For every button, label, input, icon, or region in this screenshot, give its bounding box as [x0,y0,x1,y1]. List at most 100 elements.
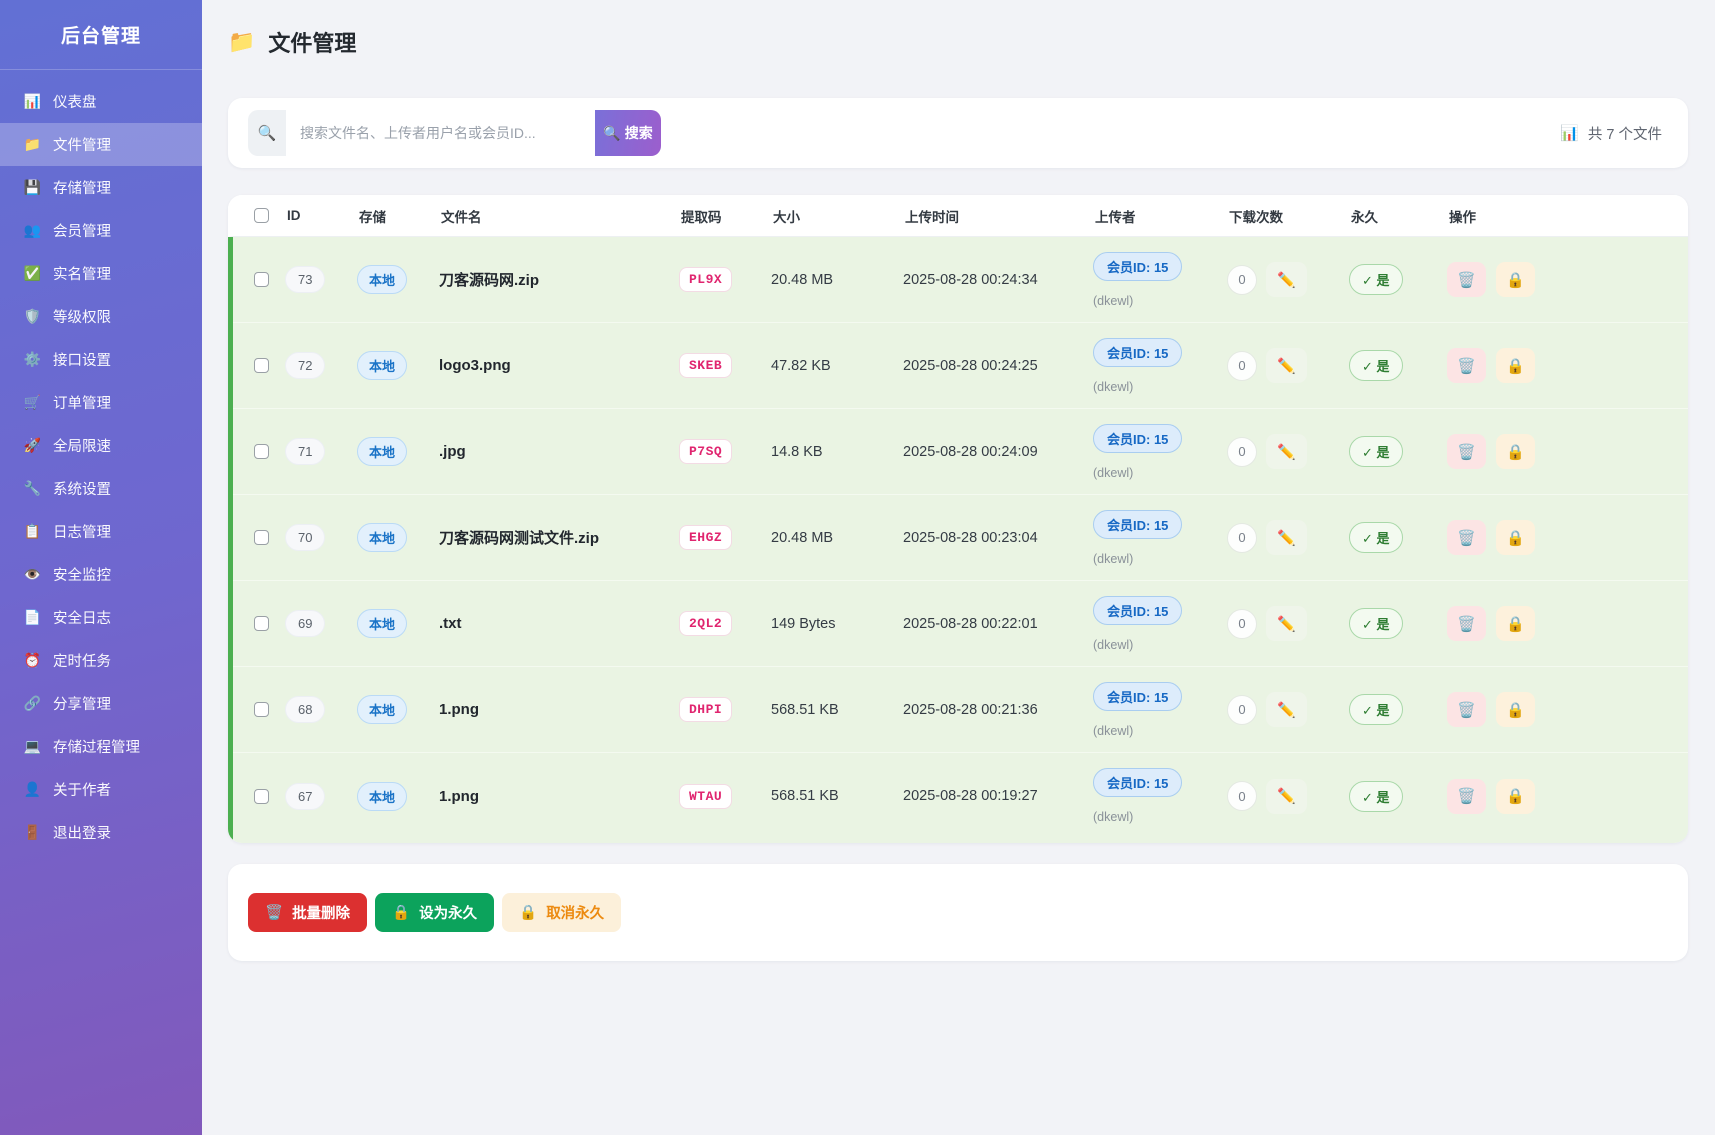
sidebar-item-security-monitor[interactable]: 👁️ 安全监控 [0,553,202,596]
table-row: 69 本地 .txt 2QL2 149 Bytes 2025-08-28 00:22:01… [233,581,1688,667]
sidebar-item-dashboard[interactable]: 📊 仪表盘 [0,80,202,123]
edit-downloads-button[interactable]: ✏️ [1266,778,1307,814]
sidebar-item-files[interactable]: 📁 文件管理 [0,123,202,166]
uploader-cell: 会员ID: 15 (dkewl) [1093,681,1227,738]
search-button[interactable]: 🔍 搜索 [595,110,661,156]
row-checkbox[interactable] [254,702,269,717]
sidebar-menu: 📊 仪表盘 📁 文件管理 💾 存储管理 👥 会员管理 ✅ 实名管理 🛡️ 等级权限 ⚙️ 接口设置 🛒 订单管… [0,70,202,854]
row-checkbox[interactable] [254,444,269,459]
delete-file-button[interactable]: 🗑️ [1447,262,1486,297]
time-cell: 2025-08-28 00:19:27 [903,788,1093,804]
row-checkbox-cell [233,358,285,373]
sidebar-item-label: 存储过程管理 [53,740,140,756]
edit-downloads-button[interactable]: ✏️ [1266,520,1307,555]
sidebar-item-system-settings[interactable]: 🔧 系统设置 [0,467,202,510]
main-content: 📁 文件管理 🔍 🔍 搜索 📊 共 7 个文件 ID 存储 文件名 提取码 大小 上传时间… [202,0,1715,961]
uploader-id-badge: 会员ID: 15 [1093,768,1183,797]
file-name: 刀客源码网.zip [439,272,539,289]
toggle-permanent-button[interactable]: 🔒 [1496,692,1535,727]
row-checkbox[interactable] [254,272,269,287]
sidebar-item-orders[interactable]: 🛒 订单管理 [0,381,202,424]
file-id-badge: 69 [285,610,326,637]
edit-downloads-button[interactable]: ✏️ [1266,262,1307,297]
set-permanent-button[interactable]: 🔒 设为永久 [375,893,495,932]
row-checkbox[interactable] [254,530,269,545]
uploader-id-badge: 会员ID: 15 [1093,423,1183,453]
bar-chart-icon: 📊 [1560,125,1579,142]
header-checkbox-cell [233,208,285,223]
edit-downloads-button[interactable]: ✏️ [1266,434,1307,469]
sidebar-item-members[interactable]: 👥 会员管理 [0,209,202,252]
sidebar-item-about-author[interactable]: 👤 关于作者 [0,768,202,811]
batch-delete-button[interactable]: 🗑️ 批量删除 [248,893,368,932]
size-cell: 568.51 KB [771,788,903,804]
row-checkbox-cell [233,702,285,717]
sidebar-item-logout[interactable]: 🚪 退出登录 [0,811,202,854]
sidebar-item-log-management[interactable]: 📋 日志管理 [0,510,202,553]
sidebar-item-cron-tasks[interactable]: ⏰ 定时任务 [0,639,202,682]
sidebar-item-stored-procedures[interactable]: 💻 存储过程管理 [0,725,202,768]
sidebar-item-speed-limit[interactable]: 🚀 全局限速 [0,424,202,467]
upload-time: 2025-08-28 00:22:01 [903,615,1038,632]
downloads-cell: 0 ✏️ [1227,348,1349,383]
uploader-id-badge: 会员ID: 15 [1093,337,1183,367]
table-row: 67 本地 1.png WTAU 568.51 KB 2025-08-28 00:19:2… [233,753,1688,839]
cancel-permanent-button[interactable]: 🔒 取消永久 [502,893,622,932]
row-checkbox[interactable] [254,788,269,804]
table-header-row: ID 存储 文件名 提取码 大小 上传时间 上传者 下载次数 永久 操作 [228,195,1688,237]
shield-icon: 🛡️ [23,308,42,324]
column-header: 上传者 [1095,209,1136,225]
delete-file-button[interactable]: 🗑️ [1447,778,1486,814]
uploader-cell: 会员ID: 15 (dkewl) [1093,337,1227,394]
sidebar-item-realname[interactable]: ✅ 实名管理 [0,252,202,295]
sidebar-item-label: 接口设置 [53,353,111,369]
dashboard-chart-icon: 📊 [23,93,42,109]
row-checkbox[interactable] [254,616,269,631]
edit-downloads-button[interactable]: ✏️ [1266,692,1307,727]
column-header: 上传时间 [905,209,959,225]
storage-badge: 本地 [357,523,408,552]
delete-file-button[interactable]: 🗑️ [1447,434,1486,469]
door-icon: 🚪 [23,824,42,840]
toggle-permanent-button[interactable]: 🔒 [1496,348,1535,383]
toggle-permanent-button[interactable]: 🔒 [1496,262,1535,297]
sidebar-item-levels[interactable]: 🛡️ 等级权限 [0,295,202,338]
sidebar-item-storage[interactable]: 💾 存储管理 [0,166,202,209]
file-id-badge: 71 [285,438,326,465]
delete-file-button[interactable]: 🗑️ [1447,692,1486,727]
delete-file-button[interactable]: 🗑️ [1447,606,1486,641]
select-all-checkbox[interactable] [254,208,269,223]
file-name: 刀客源码网测试文件.zip [439,530,599,547]
id-cell: 73 [285,266,357,293]
toggle-permanent-button[interactable]: 🔒 [1496,434,1535,469]
row-checkbox-cell [233,616,285,631]
actions-cell: 🗑️ 🔒 [1447,606,1688,641]
storage-cell: 本地 [357,351,439,380]
row-checkbox[interactable] [254,358,269,373]
edit-downloads-button[interactable]: ✏️ [1266,606,1307,641]
sidebar-item-share-management[interactable]: 🔗 分享管理 [0,682,202,725]
uploader-username: (dkewl) [1093,379,1134,394]
filename-cell: .txt [439,615,679,632]
file-id-badge: 68 [285,696,326,723]
sidebar-item-label: 等级权限 [53,310,111,326]
page-title: 文件管理 [268,31,357,56]
sidebar-item-security-logs[interactable]: 📄 安全日志 [0,596,202,639]
toggle-permanent-button[interactable]: 🔒 [1496,778,1535,814]
edit-downloads-button[interactable]: ✏️ [1266,348,1307,383]
sidebar-item-label: 退出登录 [53,826,111,842]
toggle-permanent-button[interactable]: 🔒 [1496,520,1535,555]
person-icon: 👤 [23,781,42,797]
delete-file-button[interactable]: 🗑️ [1447,520,1486,555]
document-icon: 📄 [23,609,42,625]
gear-icon: ⚙️ [23,351,42,367]
code-cell: DHPI [679,697,771,722]
time-cell: 2025-08-28 00:21:36 [903,702,1093,718]
delete-file-button[interactable]: 🗑️ [1447,348,1486,383]
download-count-badge: 0 [1227,694,1257,725]
column-header: 操作 [1449,209,1476,225]
toggle-permanent-button[interactable]: 🔒 [1496,606,1535,641]
row-checkbox-cell [233,444,285,459]
sidebar-item-api-settings[interactable]: ⚙️ 接口设置 [0,338,202,381]
search-input[interactable] [286,110,595,156]
